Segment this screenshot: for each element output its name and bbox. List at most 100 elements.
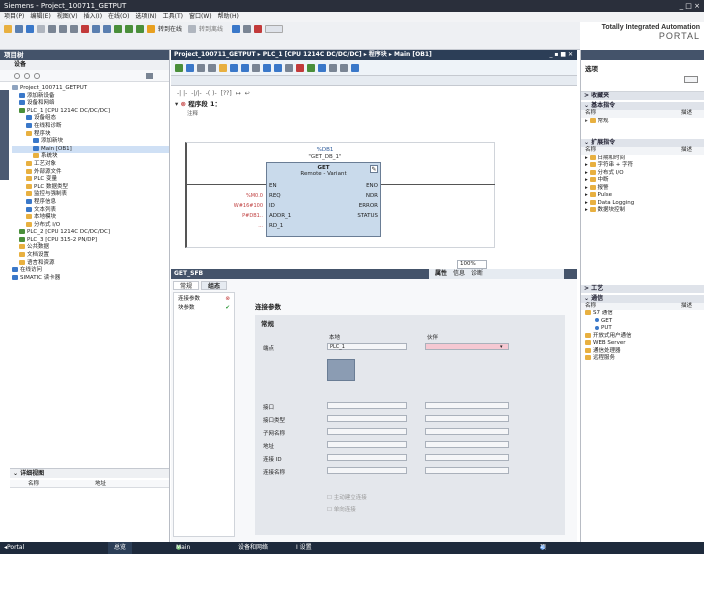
conn-partner-field[interactable] [425, 428, 509, 435]
comm-item[interactable]: WEB Server [581, 340, 704, 348]
devices-networks-tab[interactable]: 设备和网络 [232, 542, 274, 554]
tab-diagnostics[interactable]: 诊断 [471, 269, 483, 279]
subtab-general[interactable]: 常规 [173, 281, 200, 290]
endpoint-local-field[interactable]: PLC_1 [327, 343, 407, 350]
portal-view-button[interactable]: ◂ Portal 视图 [4, 542, 24, 563]
nc-contact-icon[interactable]: -|/|- [191, 90, 201, 97]
nav-connection-params[interactable]: 连接参数 ⊗ [178, 295, 230, 304]
basic-item-general[interactable]: ▸ 常规 [581, 117, 704, 126]
conn-local-field[interactable] [327, 402, 407, 409]
conn-partner-field[interactable] [425, 467, 509, 474]
tree-item[interactable]: Main [OB1] [12, 145, 169, 154]
editor-tool-icon[interactable] [351, 63, 359, 72]
cut-icon[interactable] [48, 24, 56, 33]
go-online-label[interactable]: 转到在线 [158, 24, 182, 33]
go-online-icon[interactable] [147, 24, 155, 33]
extended-item[interactable]: ▸ 分布式 I/O [581, 169, 704, 178]
block-config-icon[interactable]: ✎ [370, 165, 378, 173]
open-branch-icon[interactable]: ↦ [236, 90, 241, 97]
extended-item[interactable]: ▸ 报警 [581, 184, 704, 193]
endpoint-partner-select[interactable] [425, 343, 509, 350]
network-1-header[interactable]: ▾ ⊗ 程序段 1： [171, 100, 577, 109]
tree-view-icon[interactable] [14, 73, 20, 79]
stop-cpu-icon[interactable] [254, 24, 263, 33]
editor-tool-icon[interactable] [241, 63, 249, 72]
overview-tab[interactable]: 总览 [108, 542, 133, 554]
extended-item[interactable]: ▸ 日期和时间 [581, 154, 704, 163]
technology-section[interactable]: > 工艺 [581, 284, 704, 293]
tree-item[interactable]: 程序块 [12, 130, 169, 139]
editor-tool-icon[interactable] [219, 63, 227, 72]
tree-item[interactable]: 文本列表 [12, 206, 169, 215]
editor-tool-icon[interactable] [186, 63, 194, 72]
editor-tool-icon[interactable] [208, 63, 216, 72]
tree-item[interactable]: 文档设置 [12, 252, 169, 260]
input-operand[interactable]: W#16#100 [227, 201, 263, 211]
tree-item[interactable]: 分布式 I/O [12, 221, 169, 230]
search-project-field[interactable] [265, 24, 284, 33]
go-offline-icon[interactable] [188, 24, 197, 33]
open-project-icon[interactable] [15, 24, 23, 33]
tree-item[interactable]: 工艺对象 [12, 160, 169, 169]
tree-item[interactable]: 监控与强制表 [12, 191, 169, 199]
network-canvas[interactable]: %DB1 "GET_DB_1" GET Remote - Variant ✎ E… [185, 142, 495, 248]
editor-window-controls[interactable]: _ ▪ ■ ✕ [550, 51, 573, 58]
conn-partner-field[interactable] [425, 415, 509, 422]
undo-icon[interactable] [92, 24, 100, 33]
close-branch-icon[interactable]: ↩ [245, 90, 250, 97]
extended-instructions-section[interactable]: ⌄ 扩展指令 [581, 139, 704, 147]
options-view-icon[interactable] [684, 76, 698, 83]
extended-item[interactable]: ▸ Data Logging [581, 199, 704, 208]
conn-partner-field[interactable] [425, 402, 509, 409]
tree-item[interactable]: 在线访问 [12, 267, 169, 275]
tree-item[interactable]: PLC 变量 [12, 176, 169, 184]
comm-item[interactable]: PUT [581, 325, 704, 333]
tree-item[interactable]: 外部源文件 [12, 168, 169, 177]
tree-settings-icon[interactable] [146, 73, 153, 79]
input-operand[interactable]: %M0.0 [227, 191, 263, 201]
basic-instructions-section[interactable]: ⌄ 基本指令 [581, 102, 704, 110]
editor-tool-icon[interactable] [285, 63, 293, 72]
tree-item[interactable]: Project_100711_GETPUT [12, 85, 169, 93]
menu-item-2[interactable]: 视图(V) [57, 13, 78, 20]
editor-tool-icon[interactable] [307, 63, 315, 72]
window-controls[interactable]: _ □ × [680, 0, 700, 12]
tree-item[interactable]: 系统块 [12, 153, 169, 161]
tree-item[interactable]: 设备组态 [12, 115, 169, 123]
favorites-section[interactable]: > 收藏夹 [581, 92, 704, 100]
tree-item[interactable]: 程序信息 [12, 198, 169, 207]
comm-item[interactable]: S7 通信 [581, 310, 704, 318]
block-type[interactable]: Remote - Variant [267, 171, 380, 177]
compile-icon[interactable] [114, 24, 122, 33]
conn-local-field[interactable] [327, 454, 407, 461]
endpoint-partner-dropdown-icon[interactable]: ▾ [500, 344, 503, 350]
menu-item-1[interactable]: 编辑(E) [30, 13, 50, 20]
editor-tool-icon[interactable] [175, 63, 183, 72]
save-project-icon[interactable] [26, 24, 34, 33]
comm-item[interactable]: 开放式用户通信 [581, 332, 704, 341]
tree-view-icon-3[interactable] [34, 73, 40, 79]
tab-info[interactable]: 信息 [453, 269, 465, 279]
menu-item-5[interactable]: 选项(N) [135, 13, 156, 20]
one-way-checkbox[interactable]: ☐ 单向连接 [327, 505, 356, 513]
editor-tool-icon[interactable] [230, 63, 238, 72]
print-icon[interactable] [37, 24, 45, 33]
paste-icon[interactable] [70, 24, 78, 33]
comm-item[interactable]: 通信处理器 [581, 347, 704, 356]
menu-item-7[interactable]: 窗口(W) [189, 13, 212, 20]
empty-box-icon[interactable]: [??] [221, 90, 232, 97]
subtab-configuration[interactable]: 组态 [201, 281, 228, 290]
download-icon[interactable] [125, 24, 133, 33]
conn-local-field[interactable] [327, 415, 407, 422]
conn-local-field[interactable] [327, 467, 407, 474]
menu-item-0[interactable]: 项目(P) [4, 13, 24, 20]
accessible-devices-icon[interactable] [232, 24, 241, 33]
editor-tool-icon[interactable] [252, 63, 260, 72]
editor-tool-icon[interactable] [318, 63, 326, 72]
tab-properties[interactable]: 属性 [435, 269, 447, 279]
menu-item-4[interactable]: 在线(O) [108, 13, 129, 20]
cross-reference-icon[interactable] [243, 24, 252, 33]
tree-item[interactable]: 在线和诊断 [12, 122, 169, 131]
zoom-select[interactable]: 100% [457, 260, 487, 269]
delete-icon[interactable] [81, 24, 89, 33]
